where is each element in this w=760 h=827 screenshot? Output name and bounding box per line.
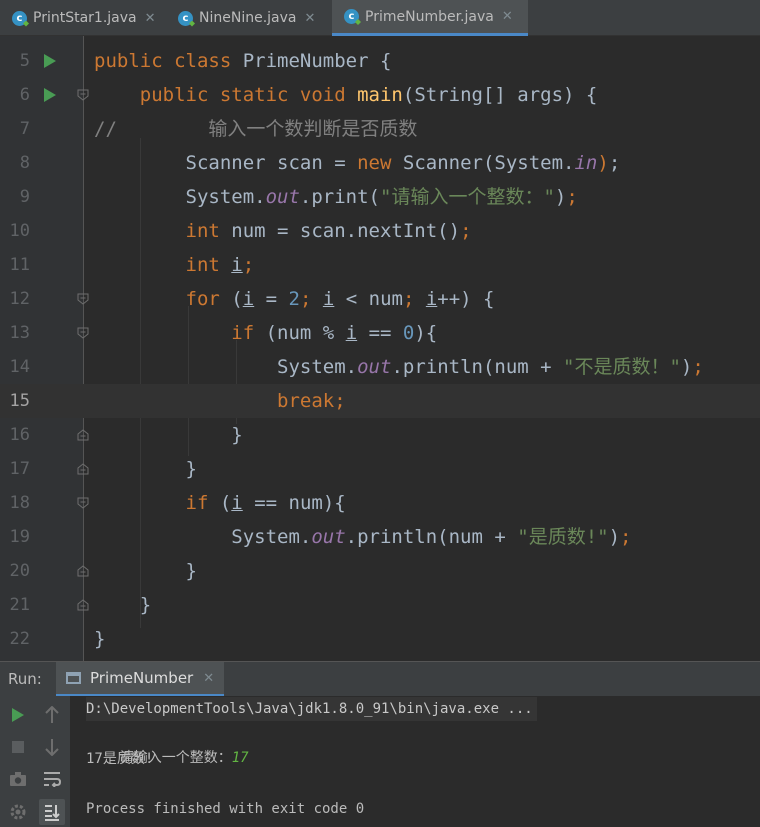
line-number: 14 xyxy=(9,357,30,377)
run-toolbar xyxy=(0,696,70,827)
line-number: 21 xyxy=(9,595,30,615)
code-line-current: 15 break; xyxy=(0,384,760,418)
line-number: 11 xyxy=(9,255,30,275)
line-number: 20 xyxy=(9,561,30,581)
fold-icon[interactable] xyxy=(76,326,90,340)
code-line: 12 for (i = 2; i < num; i++) { xyxy=(0,282,760,316)
string-literal: "是质数!" xyxy=(517,526,609,548)
run-config-label: PrimeNumber xyxy=(90,669,194,687)
line-number: 17 xyxy=(9,459,30,479)
java-class-icon: c xyxy=(344,9,359,24)
line-number: 18 xyxy=(9,493,30,513)
fold-icon[interactable] xyxy=(76,428,90,442)
exit-message: Process finished with exit code 0 xyxy=(86,801,365,817)
fold-icon[interactable] xyxy=(76,496,90,510)
settings-icon[interactable] xyxy=(5,799,31,825)
java-class-icon: c xyxy=(178,10,193,26)
console-output[interactable]: D:\DevelopmentTools\Java\jdk1.8.0_91\bin… xyxy=(70,696,760,827)
scroll-to-end-icon[interactable] xyxy=(39,799,65,825)
code-line: 21 } xyxy=(0,588,760,622)
tab-label: PrimeNumber.java xyxy=(365,8,494,25)
up-arrow-icon[interactable] xyxy=(39,702,65,728)
command-line: D:\DevelopmentTools\Java\jdk1.8.0_91\bin… xyxy=(86,697,537,721)
line-number: 10 xyxy=(9,221,30,241)
user-input: 17 xyxy=(231,750,249,766)
tab-label: NineNine.java xyxy=(199,10,297,26)
line-number: 19 xyxy=(9,527,30,547)
close-icon[interactable]: ✕ xyxy=(145,11,156,26)
fold-icon[interactable] xyxy=(76,598,90,612)
run-icon[interactable] xyxy=(5,702,31,728)
result-output: 17是质数! xyxy=(86,751,154,767)
line-number: 5 xyxy=(19,51,30,71)
fold-icon[interactable] xyxy=(76,292,90,306)
code-editor[interactable]: 5 public class PrimeNumber { 6 public st… xyxy=(0,36,760,661)
close-icon[interactable]: ✕ xyxy=(304,11,315,26)
console-window-icon xyxy=(66,672,81,684)
code-line: 13 if (num % i == 0){ xyxy=(0,316,760,350)
line-number: 22 xyxy=(9,629,30,649)
code-line: 16 } xyxy=(0,418,760,452)
run-tool-window-header: Run: PrimeNumber ✕ xyxy=(0,661,760,697)
editor-tab-bar: c PrintStar1.java ✕ c NineNine.java ✕ c … xyxy=(0,0,760,36)
code-line: 14 System.out.println(num + "不是质数！"); xyxy=(0,350,760,384)
code-line: 18 if (i == num){ xyxy=(0,486,760,520)
line-number: 15 xyxy=(9,391,30,411)
code-line: 9 System.out.print("请输入一个整数："); xyxy=(0,180,760,214)
line-number: 13 xyxy=(9,323,30,343)
fold-icon[interactable] xyxy=(76,462,90,476)
tab-ninenine[interactable]: c NineNine.java ✕ xyxy=(166,0,332,36)
line-number: 16 xyxy=(9,425,30,445)
tab-label: PrintStar1.java xyxy=(33,10,137,26)
code-line: 19 System.out.println(num + "是质数!"); xyxy=(0,520,760,554)
run-label: Run: xyxy=(8,670,42,688)
java-class-icon: c xyxy=(12,10,27,26)
tab-printstar1[interactable]: c PrintStar1.java ✕ xyxy=(0,0,166,36)
tab-primenumber[interactable]: c PrimeNumber.java ✕ xyxy=(332,0,528,36)
camera-icon[interactable] xyxy=(5,766,31,792)
code-line: 20 } xyxy=(0,554,760,588)
run-config-tab[interactable]: PrimeNumber ✕ xyxy=(56,662,224,697)
fold-icon[interactable] xyxy=(76,564,90,578)
code-comment: // 输入一个数判断是否质数 xyxy=(94,118,418,140)
code-line: 17 } xyxy=(0,452,760,486)
stop-icon[interactable] xyxy=(5,734,31,760)
run-gutter-icon[interactable] xyxy=(44,54,56,68)
line-number: 9 xyxy=(19,187,30,207)
string-literal: "不是质数！" xyxy=(563,356,681,378)
code-line: 22 } xyxy=(0,622,760,656)
code-line: 7 // 输入一个数判断是否质数 xyxy=(0,112,760,146)
line-number: 8 xyxy=(19,153,30,173)
line-number: 7 xyxy=(19,119,30,139)
down-arrow-icon[interactable] xyxy=(39,734,65,760)
code-line: 10 int num = scan.nextInt(); xyxy=(0,214,760,248)
line-number: 6 xyxy=(19,85,30,105)
soft-wrap-icon[interactable] xyxy=(39,766,65,792)
fold-icon[interactable] xyxy=(76,88,90,102)
close-icon[interactable]: ✕ xyxy=(502,9,513,24)
code-line: 11 int i; xyxy=(0,248,760,282)
close-icon[interactable]: ✕ xyxy=(203,671,214,686)
run-gutter-icon[interactable] xyxy=(44,88,56,102)
string-literal: "请输入一个整数：" xyxy=(380,186,555,208)
code-line: 6 public static void main(String[] args)… xyxy=(0,78,760,112)
code-line: 8 Scanner scan = new Scanner(System.in); xyxy=(0,146,760,180)
code-line: 5 public class PrimeNumber { xyxy=(0,44,760,78)
line-number: 12 xyxy=(9,289,30,309)
